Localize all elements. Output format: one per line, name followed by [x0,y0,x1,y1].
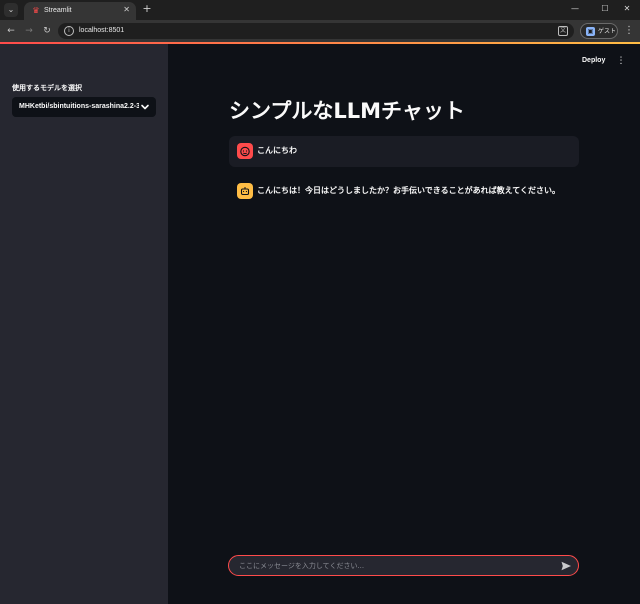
chat-input-field[interactable] [239,559,549,573]
chat-message-assistant: こんにちは！今日はどうしましたか？お手伝いできることがあれば教えてください。 [229,176,579,204]
forward-arrow-icon[interactable]: → [22,24,36,38]
new-tab-plus-icon[interactable]: + [141,2,153,16]
assistant-bot-avatar-icon [237,183,253,199]
translate-icon[interactable]: 文 [558,26,568,36]
send-icon[interactable] [560,560,572,572]
browser-toolbar: ← → ↻ i localhost:8501 文 ▣ ゲスト ⋮ [0,20,640,42]
window-close-icon[interactable]: ✕ [612,2,640,16]
profile-label: ゲスト [598,28,617,35]
model-select-value: MHKetbi/sbintuitions-sarashina2.2-3b-ins… [19,103,139,110]
tab-title: Streamlit [44,7,72,14]
url-text[interactable]: localhost:8501 [79,25,124,37]
deploy-button[interactable]: Deploy [582,55,605,67]
browser-tab-bar: ⌄ ♛ Streamlit ✕ + — ☐ ✕ [0,0,640,20]
guest-profile-icon: ▣ [586,27,595,36]
message-text: こんにちわ [257,146,297,155]
reload-icon[interactable]: ↻ [40,24,54,38]
tab-close-icon[interactable]: ✕ [123,4,130,16]
profile-button[interactable]: ▣ ゲスト [580,23,618,39]
streamlit-favicon-icon: ♛ [32,6,40,15]
user-avatar-icon [237,143,253,159]
back-arrow-icon[interactable]: ← [4,24,18,38]
sidebar: 使用するモデルを選択 MHKetbi/sbintuitions-sarashin… [0,44,168,604]
tab-search-chevron-icon[interactable]: ⌄ [4,3,18,17]
model-select-dropdown[interactable]: MHKetbi/sbintuitions-sarashina2.2-3b-ins… [12,97,156,117]
window-minimize-icon[interactable]: — [560,2,590,16]
browser-menu-icon[interactable]: ⋮ [624,24,634,38]
main-menu-icon[interactable]: ⋮ [616,55,626,67]
address-bar[interactable]: i localhost:8501 文 [58,23,574,39]
message-text: こんにちは！今日はどうしましたか？お手伝いできることがあれば教えてください。 [257,186,560,195]
main-content: Deploy ⋮ シンプルなLLMチャット こんにちわ こんにちは！今日はどうし… [168,44,640,604]
chat-input-box[interactable] [228,555,579,576]
browser-tab[interactable]: ♛ Streamlit ✕ [24,2,136,20]
model-select-label: 使用するモデルを選択 [12,85,82,92]
page-title: シンプルなLLMチャット [229,99,465,123]
chat-message-user: こんにちわ [229,136,579,167]
chevron-down-icon [141,104,149,110]
site-info-icon[interactable]: i [64,26,74,36]
